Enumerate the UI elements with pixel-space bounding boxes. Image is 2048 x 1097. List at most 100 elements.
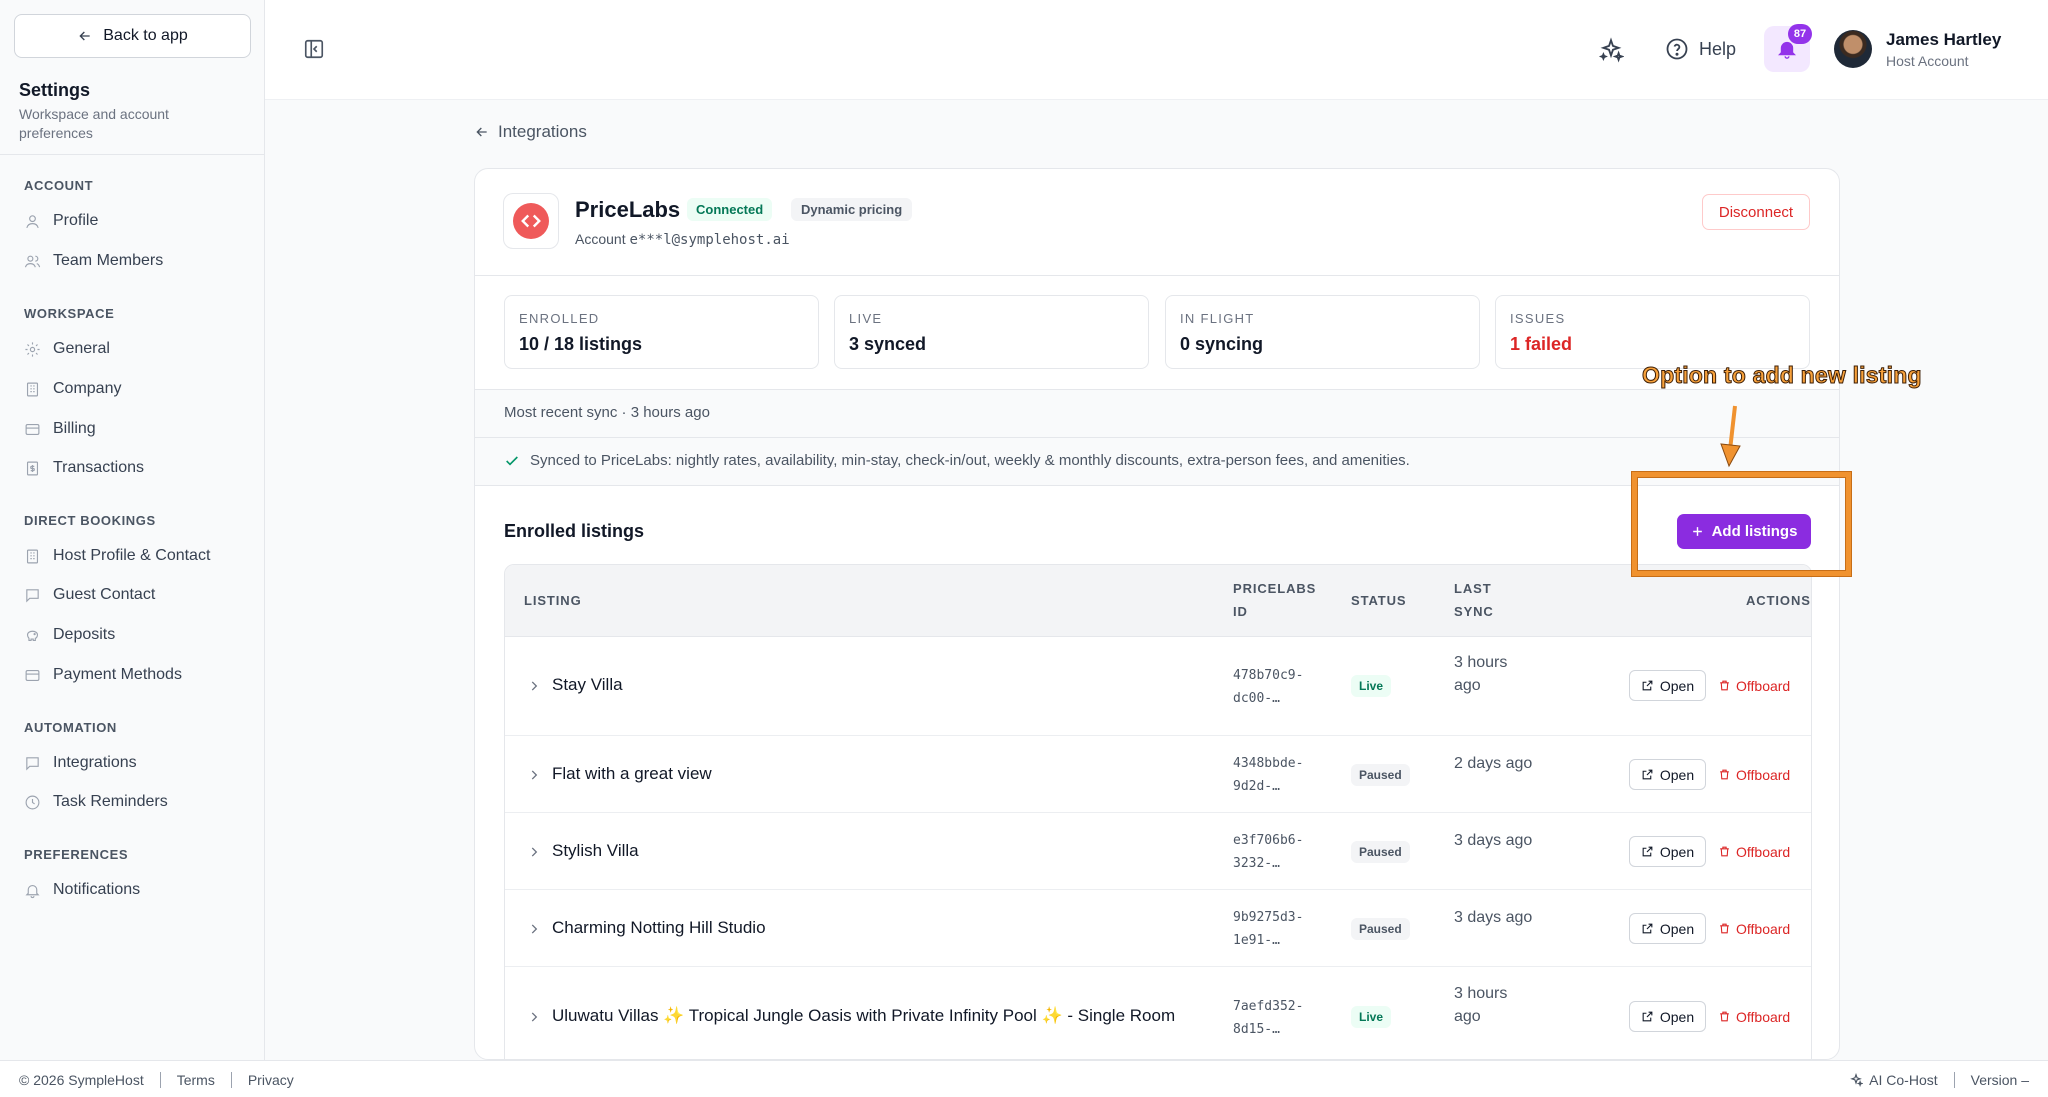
trash-icon [1720,923,1729,934]
breadcrumb-label: Integrations [498,122,587,141]
disconnect-button[interactable]: Disconnect [1702,194,1810,230]
sidebar-item-transactions[interactable]: Transactions [24,456,144,480]
offboard-button[interactable]: Offboard [1718,836,1790,867]
chevron-right-icon[interactable] [527,845,541,859]
sidebar-item-notifications[interactable]: Notifications [24,878,140,902]
table-row[interactable]: Stay Villa 478b70c9-dc00-… Live 3 hours … [505,637,1811,736]
sidebar-item-billing[interactable]: Billing [24,417,96,441]
pricelabs-id: e3f706b6-3232-… [1233,833,1304,871]
sidebar-item-guest-contact[interactable]: Guest Contact [24,583,155,607]
sidebar-item-label: Profile [53,212,99,229]
open-button[interactable]: Open [1629,913,1706,944]
offboard-button[interactable]: Offboard [1718,1001,1790,1032]
clock-icon [25,795,40,809]
status-badge: Paused [1351,918,1410,940]
ai-cohost-link[interactable]: AI Co-Host [1869,1072,1937,1088]
stat-value: 0 syncing [1180,334,1264,354]
stat-label: ENROLLED [519,311,600,326]
footer-right: AI Co-Host Version – [1849,1072,2029,1088]
offboard-button[interactable]: Offboard [1718,913,1790,944]
table-row[interactable]: Flat with a great view 4348bbde-9d2d-… P… [505,736,1811,813]
open-label: Open [1659,766,1695,783]
sidebar-item-team-members[interactable]: Team Members [24,249,163,273]
add-listings-button[interactable]: Add listings [1677,514,1811,549]
sidebar-item-integrations[interactable]: Integrations [24,751,137,775]
sidebar-item-task-reminders[interactable]: Task Reminders [24,790,168,814]
external-link-icon [1642,846,1653,857]
gear-icon [25,341,40,357]
pricelabs-id: 478b70c9-dc00-… [1233,668,1304,706]
most-recent-sync: Most recent sync · 3 hours ago [504,404,710,421]
trash-icon [1720,680,1729,691]
enrolled-listings-title: Enrolled listings [504,521,645,541]
version-label: Version – [1970,1072,2029,1088]
open-label: Open [1659,677,1695,694]
table-row[interactable]: Stylish Villa e3f706b6-3232-… Paused 3 d… [505,813,1811,890]
breadcrumb[interactable]: Integrations [474,122,587,142]
status-badge: Live [1351,1006,1392,1028]
back-to-app-label: Back to app [103,27,188,44]
integration-card: PriceLabs Connected Dynamic pricing Acco… [474,168,1840,1060]
sidebar-item-label: Notifications [53,881,141,898]
ai-sparkle-icon[interactable] [1598,37,1624,63]
section-label-workspace: WORKSPACE [24,306,115,321]
footer-separator [159,1072,161,1088]
open-button[interactable]: Open [1629,759,1706,790]
chevron-right-icon[interactable] [527,922,541,936]
offboard-button[interactable]: Offboard [1718,759,1790,790]
pricelabs-id: 9b9275d3-1e91-… [1233,910,1304,948]
chevron-right-icon[interactable] [527,768,541,782]
sidebar-item-deposits[interactable]: Deposits [24,623,115,647]
arrow-left-icon [476,127,487,137]
sidebar-item-payment-methods[interactable]: Payment Methods [24,663,182,687]
status-badge: Live [1351,675,1392,697]
stat-issues: ISSUES 1 failed [1495,295,1810,369]
sidebar-item-general[interactable]: General [24,337,110,361]
trash-icon [1720,1011,1729,1022]
stat-live: LIVE 3 synced [834,295,1149,369]
integration-type-badge: Dynamic pricing [791,198,913,221]
divider [475,437,1839,438]
terms-link[interactable]: Terms [177,1072,215,1088]
pricelabs-id: 7aefd352-8d15-… [1233,999,1304,1037]
back-to-app-button[interactable]: Back to app [14,14,251,58]
section-label-automation: AUTOMATION [24,720,117,735]
sidebar-item-company[interactable]: Company [24,377,121,401]
chevron-right-icon[interactable] [527,1010,541,1024]
listing-name: Uluwatu Villas ✨ Tropical Jungle Oasis w… [552,1006,1176,1025]
table-row[interactable]: Charming Notting Hill Studio 9b9275d3-1e… [505,890,1811,967]
table-row[interactable]: Uluwatu Villas ✨ Tropical Jungle Oasis w… [505,967,1811,1059]
sidebar-item-host-profile-contact[interactable]: Host Profile & Contact [24,544,210,568]
settings-sidebar: Back to app Settings Workspace and accou… [0,0,265,1060]
user-name[interactable]: James Hartley [1886,30,2001,50]
sidebar-collapse-icon[interactable] [303,38,325,60]
trash-icon [1720,846,1729,857]
sidebar-item-profile[interactable]: Profile [24,209,98,233]
divider [475,275,1839,276]
help-label: Help [1699,38,1737,59]
sidebar-item-label: Team Members [53,252,164,269]
offboard-button[interactable]: Offboard [1718,670,1790,701]
sidebar-item-label: Integrations [53,754,137,771]
stat-label: IN FLIGHT [1180,311,1255,326]
account-prefix: Account [575,231,626,247]
message-square-icon [26,756,39,771]
avatar[interactable] [1834,30,1872,68]
open-button[interactable]: Open [1629,836,1706,867]
offboard-label: Offboard [1736,766,1791,783]
open-button[interactable]: Open [1629,1001,1706,1032]
sidebar-item-label: Payment Methods [53,666,182,683]
privacy-link[interactable]: Privacy [248,1072,294,1088]
annotation-label: Option to add new listing [1642,362,1923,389]
open-label: Open [1659,920,1695,937]
bell-icon [25,884,40,898]
help-button[interactable]: Help [1665,37,1736,61]
section-label-account: ACCOUNT [24,178,94,193]
chevron-right-icon[interactable] [527,679,541,693]
help-circle-icon [1666,38,1688,60]
copyright: © 2026 SympleHost [19,1072,144,1088]
table-header: LISTING PRICELABS ID STATUS LAST SYNC AC… [505,565,1811,637]
building-icon [26,549,39,563]
open-button[interactable]: Open [1629,670,1706,701]
offboard-label: Offboard [1736,677,1791,694]
